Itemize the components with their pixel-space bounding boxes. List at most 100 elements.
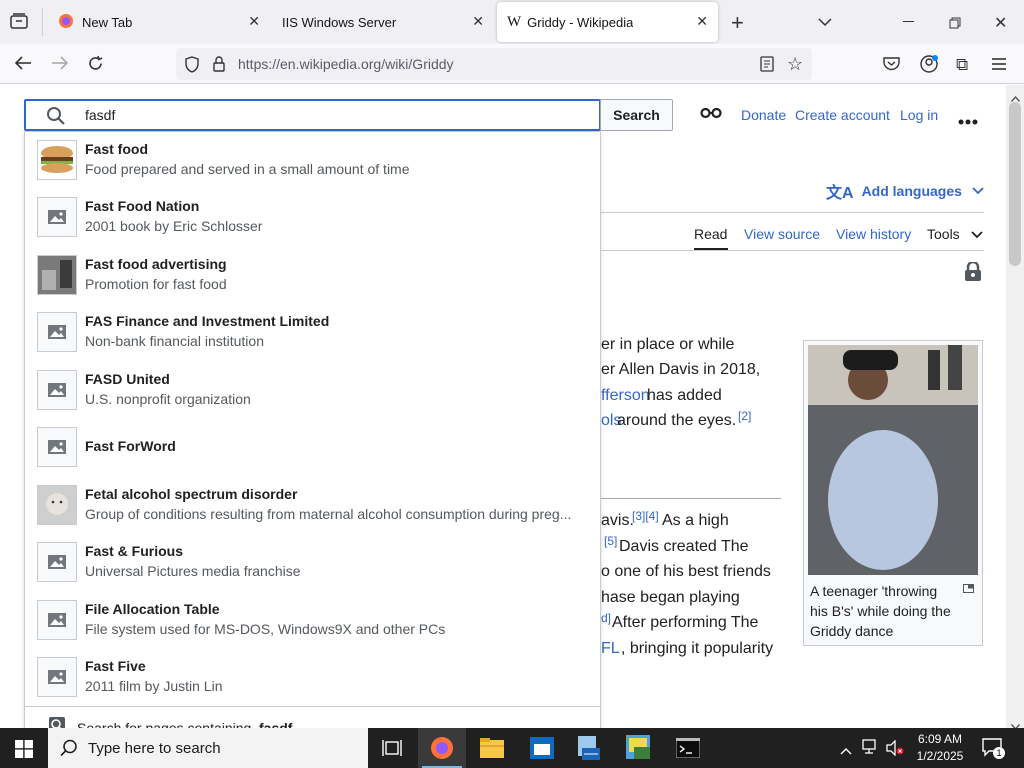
lock-icon[interactable] bbox=[212, 56, 226, 77]
tools-chevron-down-icon[interactable] bbox=[971, 231, 983, 239]
list-all-tabs-icon[interactable] bbox=[818, 14, 832, 32]
new-tab-icon[interactable]: + bbox=[731, 10, 744, 36]
notification-center-icon[interactable]: 1 bbox=[982, 738, 1005, 763]
search-containing-option[interactable]: Search for pages containing fasdf bbox=[25, 707, 600, 728]
suggestion-title: Fetal alcohol spectrum disorder bbox=[85, 486, 298, 502]
command-prompt-icon[interactable] bbox=[675, 737, 701, 763]
suggestion-item[interactable]: Fast food advertising Promotion for fast… bbox=[25, 247, 600, 304]
tab-overview-icon[interactable] bbox=[10, 13, 28, 29]
suggestion-title: FASD United bbox=[85, 371, 170, 387]
show-hidden-icons-chevron-icon[interactable] bbox=[840, 742, 852, 760]
body-link[interactable]: fferson bbox=[601, 387, 650, 405]
log-in-link[interactable]: Log in bbox=[900, 107, 938, 123]
menu-hamburger-icon[interactable] bbox=[992, 57, 1006, 75]
suggestion-description: Food prepared and served in a small amou… bbox=[85, 161, 410, 177]
suggestion-title: Fast food advertising bbox=[85, 256, 227, 272]
caption-line: Griddy dance bbox=[810, 623, 894, 639]
tab-view-history[interactable]: View history bbox=[836, 226, 911, 242]
server-manager-icon[interactable] bbox=[530, 737, 554, 764]
forward-icon[interactable] bbox=[51, 55, 69, 74]
advertising-thumbnail bbox=[37, 255, 77, 295]
suggestion-item[interactable]: File Allocation Table File system used f… bbox=[25, 592, 600, 649]
watchlist-glasses-icon[interactable] bbox=[700, 106, 722, 125]
tools-menu[interactable]: Tools bbox=[927, 226, 960, 242]
reload-icon[interactable] bbox=[87, 55, 104, 75]
image-placeholder-icon bbox=[37, 197, 77, 237]
suggestion-item[interactable]: Fast & Furious Universal Pictures media … bbox=[25, 534, 600, 591]
close-tab-icon[interactable]: ✕ bbox=[696, 13, 708, 30]
suggestion-item[interactable]: FASD United U.S. nonprofit organization bbox=[25, 362, 600, 419]
scrollbar-thumb[interactable] bbox=[1009, 102, 1021, 266]
image-placeholder-icon bbox=[37, 370, 77, 410]
image-placeholder-icon bbox=[37, 427, 77, 467]
clock[interactable]: 6:09 AM 1/2/2025 bbox=[910, 731, 970, 765]
taskbar-search-box[interactable]: Type here to search bbox=[48, 728, 368, 768]
suggestion-item[interactable]: Fetal alcohol spectrum disorder Group of… bbox=[25, 477, 600, 534]
close-tab-icon[interactable]: ✕ bbox=[472, 13, 484, 30]
search-icon bbox=[46, 106, 66, 131]
clock-time: 6:09 AM bbox=[917, 732, 963, 746]
network-icon[interactable] bbox=[862, 739, 880, 760]
close-window-icon[interactable]: ✕ bbox=[994, 13, 1007, 33]
restore-icon[interactable] bbox=[949, 16, 961, 34]
firefox-icon bbox=[431, 737, 453, 759]
create-account-link[interactable]: Create account bbox=[795, 107, 890, 123]
close-tab-icon[interactable]: ✕ bbox=[248, 13, 260, 30]
suggestion-item[interactable]: Fast food Food prepared and served in a … bbox=[25, 132, 600, 189]
extensions-icon[interactable]: ⧉ bbox=[956, 55, 968, 75]
account-icon[interactable] bbox=[920, 55, 938, 78]
donate-link[interactable]: Donate bbox=[741, 107, 786, 123]
page-scrollbar[interactable] bbox=[1006, 85, 1024, 731]
suggestion-item[interactable]: Fast ForWord bbox=[25, 419, 600, 476]
suggestion-title: Fast & Furious bbox=[85, 543, 184, 559]
tracking-protection-shield-icon[interactable] bbox=[184, 56, 200, 78]
suggestion-description: Group of conditions resulting from mater… bbox=[85, 506, 572, 522]
tab-title: Griddy - Wikipedia bbox=[527, 14, 634, 30]
wiki-search-input[interactable]: fasdf bbox=[24, 99, 601, 131]
suggestion-item[interactable]: Fast Food Nation 2001 book by Eric Schlo… bbox=[25, 189, 600, 246]
pocket-icon[interactable] bbox=[883, 56, 900, 76]
citation-link[interactable]: [5] bbox=[604, 534, 617, 548]
image-placeholder-icon bbox=[37, 600, 77, 640]
iis-manager-icon[interactable] bbox=[626, 735, 652, 766]
suggestion-item[interactable]: FAS Finance and Investment Limited Non-b… bbox=[25, 304, 600, 361]
clock-date: 1/2/2025 bbox=[916, 749, 964, 763]
firefox-taskbar-button[interactable] bbox=[418, 728, 466, 768]
note-link[interactable]: d] bbox=[601, 611, 611, 625]
network-manager-icon[interactable] bbox=[576, 734, 602, 767]
citation-link[interactable]: [3][4] bbox=[632, 509, 659, 523]
taskbar-search-placeholder: Type here to search bbox=[88, 740, 221, 757]
minimize-icon[interactable] bbox=[903, 21, 914, 22]
body-text: o one of his best friends bbox=[601, 563, 771, 580]
bookmark-star-icon[interactable]: ☆ bbox=[787, 54, 803, 75]
suggestion-item[interactable]: Fast Five 2011 film by Justin Lin bbox=[25, 649, 600, 706]
windows-start-icon[interactable] bbox=[15, 740, 33, 763]
volume-muted-icon[interactable] bbox=[886, 739, 904, 761]
suggestion-description: 2001 book by Eric Schlosser bbox=[85, 218, 263, 234]
citation-link[interactable]: [2] bbox=[738, 409, 751, 423]
back-icon[interactable] bbox=[14, 55, 32, 74]
search-button[interactable]: Search bbox=[600, 99, 673, 131]
file-explorer-icon[interactable] bbox=[480, 737, 504, 764]
tab-griddy-wikipedia[interactable]: W Griddy - Wikipedia ✕ bbox=[497, 2, 718, 42]
more-options-icon[interactable] bbox=[958, 112, 978, 130]
suggestion-description: Universal Pictures media franchise bbox=[85, 563, 301, 579]
search-input-value: fasdf bbox=[85, 107, 116, 123]
windows-taskbar: Type here to search 6:09 AM 1/2/2025 1 bbox=[0, 728, 1024, 768]
task-view-icon[interactable] bbox=[382, 739, 402, 762]
body-link[interactable]: FL bbox=[601, 640, 620, 658]
suggestion-description: Promotion for fast food bbox=[85, 276, 227, 292]
tab-new-tab[interactable]: New Tab ✕ bbox=[48, 2, 270, 42]
enlarge-icon[interactable] bbox=[963, 580, 974, 598]
tab-read[interactable]: Read bbox=[694, 226, 727, 242]
protected-lock-icon[interactable] bbox=[964, 260, 982, 287]
url-bar[interactable]: https://en.wikipedia.org/wiki/Griddy ☆ bbox=[176, 48, 812, 80]
griddy-dance-photo[interactable] bbox=[808, 345, 978, 575]
search-icon bbox=[60, 739, 78, 762]
add-languages-button[interactable]: 文A Add languages bbox=[826, 181, 984, 202]
tab-strip: New Tab ✕ IIS Windows Server ✕ W Griddy … bbox=[0, 0, 1024, 44]
tab-view-source[interactable]: View source bbox=[744, 226, 820, 242]
tab-iis-windows-server[interactable]: IIS Windows Server ✕ bbox=[272, 2, 494, 42]
chevron-down-icon bbox=[972, 187, 984, 195]
reader-view-icon[interactable] bbox=[760, 56, 774, 77]
